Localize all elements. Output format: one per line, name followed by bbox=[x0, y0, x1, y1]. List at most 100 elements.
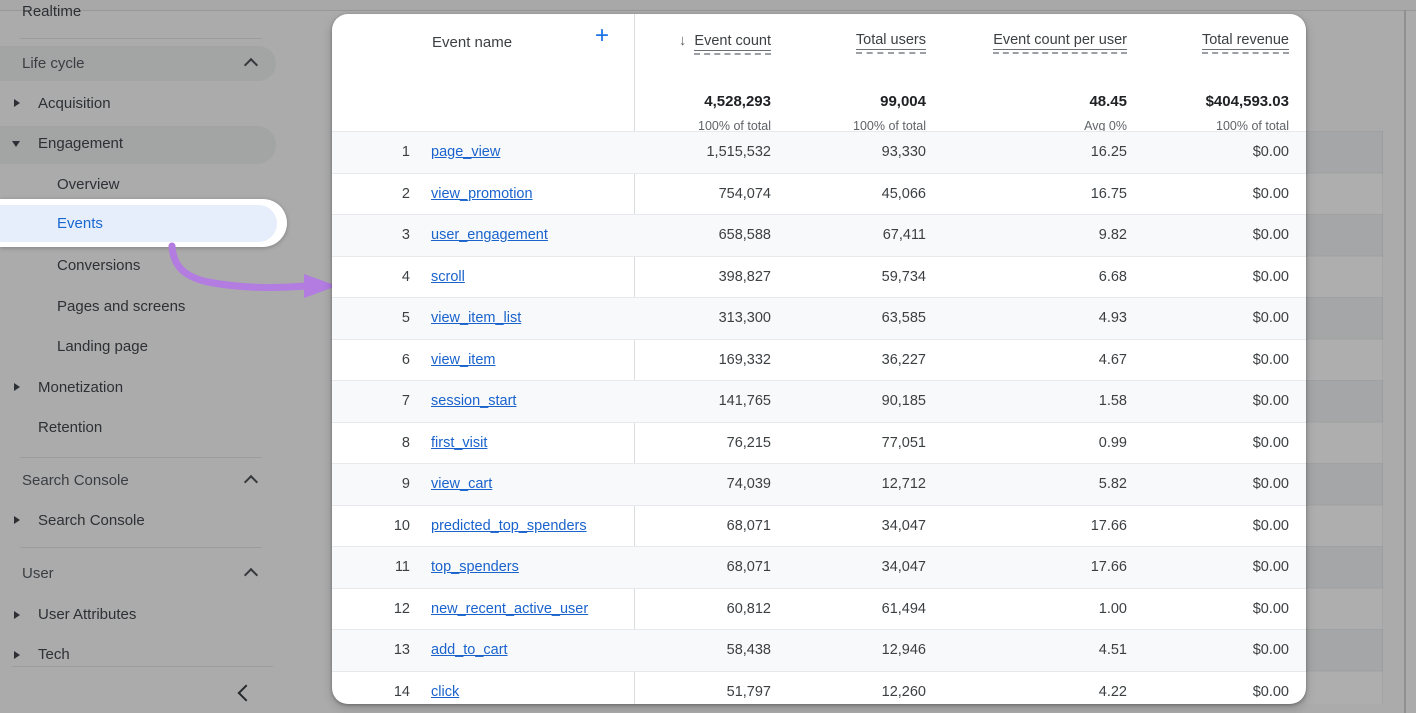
sidebar-item-engagement[interactable]: Engagement bbox=[38, 135, 123, 152]
total-users-cell: 12,712 bbox=[766, 476, 926, 492]
sidebar-section-user[interactable]: User bbox=[22, 565, 54, 582]
event-name-link[interactable]: view_cart bbox=[431, 476, 492, 492]
row-index: 4 bbox=[372, 269, 410, 285]
total-users-cell: 67,411 bbox=[766, 227, 926, 243]
scrollbar-edge[interactable] bbox=[1404, 10, 1406, 713]
sidebar-item-retention[interactable]: Retention bbox=[38, 419, 102, 436]
sidebar-section-search-console[interactable]: Search Console bbox=[22, 472, 129, 489]
event-name-link[interactable]: user_engagement bbox=[431, 227, 548, 243]
chevron-up-icon[interactable] bbox=[244, 475, 258, 489]
revenue-cell: $0.00 bbox=[1129, 684, 1289, 700]
collapse-sidebar-icon[interactable] bbox=[238, 685, 255, 702]
event-name-link[interactable]: scroll bbox=[431, 269, 465, 285]
total-users-cell: 12,946 bbox=[766, 642, 926, 658]
event-name-link[interactable]: view_item bbox=[431, 352, 495, 368]
events-table-card: Event name + ↓Event count Total users Ev… bbox=[332, 14, 1306, 704]
revenue-cell: $0.00 bbox=[1129, 393, 1289, 409]
dimmed-table-continuation bbox=[1306, 131, 1383, 704]
per-user-cell: 17.66 bbox=[967, 518, 1127, 534]
event-name-link[interactable]: new_recent_active_user bbox=[431, 601, 588, 617]
per-user-cell: 1.00 bbox=[967, 601, 1127, 617]
table-row: 4 scroll 398,827 59,734 6.68 $0.00 bbox=[332, 256, 1306, 298]
row-index: 12 bbox=[372, 601, 410, 617]
per-user-cell: 5.82 bbox=[967, 476, 1127, 492]
sidebar-item-acquisition[interactable]: Acquisition bbox=[38, 95, 111, 112]
sidebar-item-events[interactable]: Events bbox=[57, 215, 103, 232]
table-body: 1 page_view 1,515,532 93,330 16.25 $0.00… bbox=[332, 131, 1306, 704]
event-name-link[interactable]: top_spenders bbox=[431, 559, 519, 575]
total-revenue: $404,593.03 bbox=[1129, 93, 1289, 110]
row-index: 5 bbox=[372, 310, 410, 326]
total-users-cell: 36,227 bbox=[766, 352, 926, 368]
per-user-cell: 9.82 bbox=[967, 227, 1127, 243]
event-count-cell: 313,300 bbox=[611, 310, 771, 326]
ga4-events-report: { "colors": { "link_blue": "#1a63cc", "a… bbox=[0, 0, 1416, 713]
sidebar-item-conversions[interactable]: Conversions bbox=[57, 257, 140, 274]
table-row: 2 view_promotion 754,074 45,066 16.75 $0… bbox=[332, 173, 1306, 215]
sidebar-item-search-console[interactable]: Search Console bbox=[38, 512, 145, 529]
sidebar-item-monetization[interactable]: Monetization bbox=[38, 379, 123, 396]
sidebar-item-user-attributes[interactable]: User Attributes bbox=[38, 606, 136, 623]
event-name-link[interactable]: session_start bbox=[431, 393, 516, 409]
chevron-up-icon[interactable] bbox=[244, 568, 258, 582]
total-users-cell: 90,185 bbox=[766, 393, 926, 409]
sidebar-item-tech[interactable]: Tech bbox=[38, 646, 70, 663]
event-name-link[interactable]: first_visit bbox=[431, 435, 487, 451]
expand-right-icon[interactable] bbox=[14, 516, 20, 524]
event-count-cell: 141,765 bbox=[611, 393, 771, 409]
event-name-link[interactable]: view_item_list bbox=[431, 310, 521, 326]
revenue-cell: $0.00 bbox=[1129, 476, 1289, 492]
per-user-cell: 17.66 bbox=[967, 559, 1127, 575]
table-row: 11 top_spenders 68,071 34,047 17.66 $0.0… bbox=[332, 546, 1306, 588]
dimension-column-header[interactable]: Event name bbox=[432, 34, 512, 51]
expand-right-icon[interactable] bbox=[14, 99, 20, 107]
total-users-cell: 12,260 bbox=[766, 684, 926, 700]
row-index: 3 bbox=[372, 227, 410, 243]
event-count-cell: 60,812 bbox=[611, 601, 771, 617]
table-row: 7 session_start 141,765 90,185 1.58 $0.0… bbox=[332, 380, 1306, 422]
column-header-total-users[interactable]: Total users bbox=[726, 32, 926, 54]
per-user-cell: 4.93 bbox=[967, 310, 1127, 326]
expand-right-icon[interactable] bbox=[14, 611, 20, 619]
row-index: 6 bbox=[372, 352, 410, 368]
table-row: 13 add_to_cart 58,438 12,946 4.51 $0.00 bbox=[332, 629, 1306, 671]
total-users-cell: 77,051 bbox=[766, 435, 926, 451]
sidebar-item-realtime[interactable]: Realtime bbox=[22, 3, 81, 20]
event-count-cell: 68,071 bbox=[611, 518, 771, 534]
total-users: 99,004 bbox=[766, 93, 926, 110]
revenue-cell: $0.00 bbox=[1129, 310, 1289, 326]
column-header-total-revenue[interactable]: Total revenue bbox=[1069, 32, 1289, 54]
table-row: 8 first_visit 76,215 77,051 0.99 $0.00 bbox=[332, 422, 1306, 464]
event-name-link[interactable]: page_view bbox=[431, 144, 500, 160]
event-name-link[interactable]: add_to_cart bbox=[431, 642, 508, 658]
sidebar-item-pages-and-screens[interactable]: Pages and screens bbox=[57, 298, 185, 315]
expand-right-icon[interactable] bbox=[14, 651, 20, 659]
sidebar-item-landing-page[interactable]: Landing page bbox=[57, 338, 148, 355]
sidebar-divider bbox=[12, 666, 273, 667]
sidebar-item-events-pill[interactable] bbox=[0, 205, 277, 242]
event-name-link[interactable]: view_promotion bbox=[431, 186, 533, 202]
total-users-cell: 59,734 bbox=[766, 269, 926, 285]
event-name-link[interactable]: predicted_top_spenders bbox=[431, 518, 587, 534]
per-user-cell: 1.58 bbox=[967, 393, 1127, 409]
sort-descending-icon[interactable]: ↓ bbox=[679, 32, 687, 49]
revenue-cell: $0.00 bbox=[1129, 186, 1289, 202]
expand-right-icon[interactable] bbox=[14, 383, 20, 391]
revenue-cell: $0.00 bbox=[1129, 559, 1289, 575]
column-header-label: Total revenue bbox=[1202, 32, 1289, 50]
total-per-user: 48.45 bbox=[967, 93, 1127, 110]
sidebar-section-life-cycle[interactable]: Life cycle bbox=[22, 55, 85, 72]
revenue-cell: $0.00 bbox=[1129, 352, 1289, 368]
row-index: 2 bbox=[372, 186, 410, 202]
row-index: 9 bbox=[372, 476, 410, 492]
sidebar-item-overview[interactable]: Overview bbox=[57, 176, 120, 193]
row-index: 10 bbox=[372, 518, 410, 534]
total-users-cell: 93,330 bbox=[766, 144, 926, 160]
sidebar-divider bbox=[20, 457, 262, 458]
revenue-cell: $0.00 bbox=[1129, 269, 1289, 285]
expand-down-icon[interactable] bbox=[12, 141, 20, 147]
per-user-cell: 4.67 bbox=[967, 352, 1127, 368]
event-name-link[interactable]: click bbox=[431, 684, 459, 700]
row-index: 14 bbox=[372, 684, 410, 700]
event-count-cell: 51,797 bbox=[611, 684, 771, 700]
